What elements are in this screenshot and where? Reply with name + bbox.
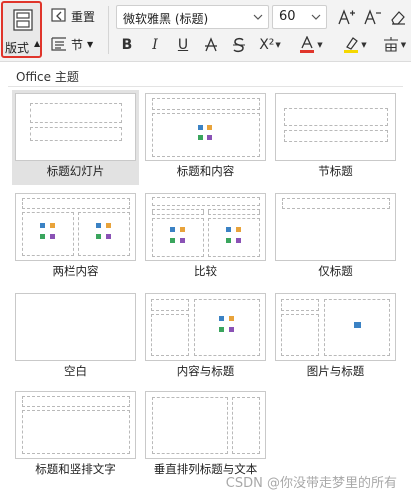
layout-thumb-two-content[interactable]: 两栏内容 — [12, 190, 139, 285]
layout-thumb-picture-caption[interactable]: 图片与标题 — [272, 290, 399, 385]
section-label: 节 — [71, 37, 84, 52]
layout-thumb-comparison[interactable]: 比较 — [142, 190, 269, 285]
layout-label: 内容与标题 — [176, 364, 235, 378]
superscript-button[interactable]: X² ▼ — [258, 34, 282, 56]
slide-preview — [145, 193, 266, 261]
chevron-down-icon — [253, 11, 263, 25]
layout-label: 两栏内容 — [52, 264, 99, 278]
layout-thumb-blank[interactable]: 空白 — [12, 290, 139, 385]
slide-preview — [145, 391, 266, 459]
slide-preview — [15, 391, 136, 459]
highlighter-icon — [344, 37, 359, 53]
shadow-s-icon — [233, 37, 245, 53]
strikethrough-button[interactable] — [202, 34, 220, 56]
underline-button[interactable]: U — [174, 34, 192, 56]
layout-label: 版式 — [5, 41, 30, 55]
slide-preview — [275, 293, 396, 361]
italic-icon: I — [152, 37, 158, 53]
ribbon-toolbar: 版式 ▲ 重置 节 ▼ 微软雅黑 (标题) 60 B I U X² ▼ ▼ ▼ … — [0, 0, 411, 62]
layout-label: 节标题 — [318, 164, 353, 178]
chevron-down-icon: ▼ — [317, 41, 323, 49]
strikethrough-icon — [205, 37, 217, 52]
layout-label: 标题幻灯片 — [46, 164, 105, 178]
chevron-down-icon: ▼ — [275, 41, 281, 49]
clear-formatting-button[interactable] — [388, 6, 408, 28]
chevron-down-icon: ▼ — [361, 41, 367, 49]
reset-button[interactable]: 重置 — [50, 5, 95, 27]
section-button[interactable]: 节 ▼ — [50, 33, 93, 55]
highlight-color-button[interactable]: ▼ — [340, 34, 370, 56]
decrease-font-icon — [364, 9, 381, 25]
layout-button[interactable]: 版式 ▲ — [1, 1, 42, 58]
layout-thumb-title-slide[interactable]: 标题幻灯片 — [12, 90, 139, 185]
bold-button[interactable]: B — [118, 34, 136, 56]
section-icon — [51, 37, 66, 51]
slide-preview — [15, 93, 136, 161]
font-size-value: 60 — [279, 9, 296, 24]
eraser-icon — [391, 11, 405, 25]
font-color-icon — [300, 36, 315, 53]
slide-preview — [15, 193, 136, 261]
chevron-down-icon: ▼ — [87, 39, 94, 49]
phonetic-guide-icon — [383, 37, 398, 52]
layout-label: 比较 — [194, 264, 217, 278]
italic-button[interactable]: I — [146, 34, 164, 56]
layout-label: 仅标题 — [318, 264, 353, 278]
font-name-select[interactable]: 微软雅黑 (标题) — [116, 5, 269, 29]
layout-label: 标题和竖排文字 — [35, 462, 116, 476]
text-shadow-button[interactable] — [230, 34, 248, 56]
panel-divider — [8, 86, 403, 87]
decrease-font-size-button[interactable] — [362, 6, 384, 28]
slide-preview — [15, 293, 136, 361]
layout-label: 空白 — [64, 364, 87, 378]
increase-font-icon — [338, 9, 355, 25]
slide-preview — [275, 193, 396, 261]
layout-icon — [13, 9, 33, 34]
underline-icon: U — [177, 37, 189, 53]
reset-icon — [51, 8, 66, 22]
slide-preview — [275, 93, 396, 161]
reset-label: 重置 — [71, 9, 96, 24]
layout-thumb-vertical-title-text[interactable]: 垂直排列标题与文本 — [142, 388, 269, 483]
layout-thumb-title-only[interactable]: 仅标题 — [272, 190, 399, 285]
caret-up-icon: ▲ — [34, 39, 41, 48]
layout-thumb-section-header[interactable]: 节标题 — [272, 90, 399, 185]
layout-thumb-title-content[interactable]: 标题和内容 — [142, 90, 269, 185]
superscript-icon: X² — [259, 37, 275, 53]
layout-label: 标题和内容 — [176, 164, 235, 178]
font-color-button[interactable]: ▼ — [296, 34, 326, 56]
font-name-value: 微软雅黑 (标题) — [123, 12, 209, 26]
layout-thumb-title-vertical-text[interactable]: 标题和竖排文字 — [12, 388, 139, 483]
chevron-down-icon: ▼ — [400, 41, 407, 49]
slide-preview — [145, 93, 266, 161]
ribbon-divider — [108, 6, 109, 54]
slide-preview — [145, 293, 266, 361]
panel-title: Office 主题 — [16, 70, 79, 84]
layout-label: 图片与标题 — [306, 364, 365, 378]
chevron-down-icon — [311, 11, 321, 26]
bold-icon: B — [121, 37, 133, 53]
font-size-select[interactable]: 60 — [272, 5, 327, 29]
phonetic-guide-button[interactable]: ▼ — [380, 34, 408, 56]
watermark-text: CSDN @你没带走梦里的所有 — [225, 476, 397, 491]
increase-font-size-button[interactable] — [336, 6, 358, 28]
layout-thumb-content-caption[interactable]: 内容与标题 — [142, 290, 269, 385]
